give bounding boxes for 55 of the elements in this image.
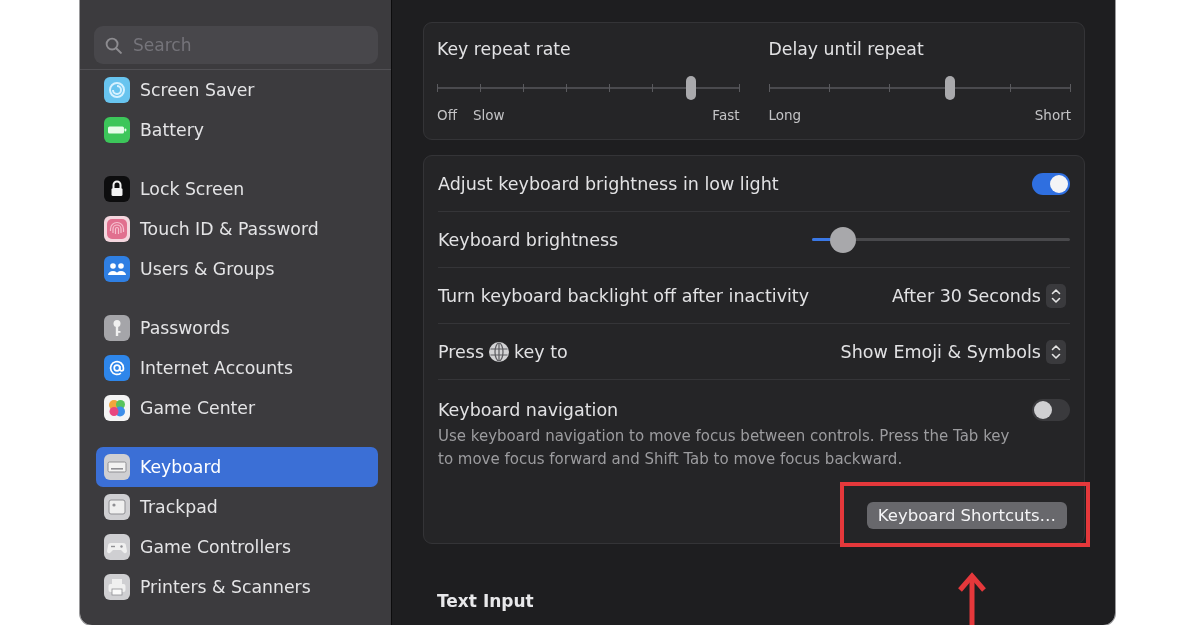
touchpad-icon — [104, 494, 130, 520]
slider-mark-label: Off — [437, 107, 457, 123]
globe-icon — [489, 341, 510, 362]
sidebar-item[interactable]: Touch ID & Password — [96, 209, 378, 249]
at-sign-icon — [104, 355, 130, 381]
key-icon — [104, 315, 130, 341]
sidebar-item[interactable]: Printers & Scanners — [96, 567, 378, 607]
section-heading: Text Input — [437, 590, 535, 612]
slider-thumb[interactable] — [686, 76, 697, 100]
sidebar-item[interactable]: Passwords — [96, 308, 378, 348]
slider-track[interactable] — [437, 76, 740, 100]
slider-mark-label: Short — [1034, 107, 1071, 123]
slider-label: Delay until repeat — [768, 39, 924, 59]
slider-label: Key repeat rate — [437, 39, 571, 59]
slider-track[interactable] — [812, 226, 1070, 253]
popup-button[interactable]: Show Emoji & Symbols — [840, 339, 1070, 364]
slider-track[interactable] — [768, 76, 1071, 100]
sidebar-item[interactable]: Lock Screen — [96, 169, 378, 209]
row-label: Press — [438, 341, 485, 362]
slider-mark-label: Long — [768, 107, 802, 123]
up-down-chevron-icon — [1046, 283, 1066, 308]
sidebar-item[interactable]: Game Controllers — [96, 527, 378, 567]
slider-mark-label: Slow — [472, 107, 505, 123]
sidebar-item[interactable]: Internet Accounts — [96, 348, 378, 388]
popup-button[interactable]: After 30 Seconds — [892, 283, 1070, 308]
sidebar-item[interactable]: Keyboard — [96, 447, 378, 487]
slider-thumb[interactable] — [829, 226, 856, 253]
slider-mark-label: Fast — [712, 107, 740, 123]
padlock-icon — [104, 176, 130, 202]
battery-icon — [104, 117, 130, 143]
sidebar-item[interactable]: Trackpad — [96, 487, 378, 527]
fingerprint-icon — [104, 216, 130, 242]
keyboard-icon — [104, 454, 130, 480]
sidebar-item[interactable]: Screen Saver — [96, 70, 378, 110]
people-icon — [104, 256, 130, 282]
row-label: key to — [514, 341, 568, 362]
sidebar-item[interactable]: Users & Groups — [96, 249, 378, 289]
row-label: Adjust keyboard brightness in low light — [438, 173, 779, 194]
printer-icon — [104, 574, 130, 600]
sidebar-item[interactable]: Battery — [96, 110, 378, 150]
row-description: Use keyboard navigation to move focus between controls. Press the Tab key to move focus forward and Shift Tab to move focus backward. — [438, 426, 1011, 470]
slider-thumb[interactable] — [945, 76, 955, 100]
swirl-icon — [104, 77, 130, 103]
search-icon — [105, 36, 122, 54]
row-label: Keyboard brightness — [438, 229, 619, 250]
toggle-switch[interactable] — [1032, 399, 1070, 421]
row-label: Keyboard navigation — [438, 400, 619, 420]
gamepad-icon — [104, 534, 130, 560]
up-down-chevron-icon — [1046, 339, 1066, 364]
row-label: Turn keyboard backlight off after inactivity — [438, 285, 810, 306]
toggle-switch[interactable] — [1032, 172, 1070, 195]
sidebar-item[interactable]: Game Center — [96, 388, 378, 428]
shortcuts-button[interactable]: Keyboard Shortcuts… — [866, 502, 1067, 529]
up-arrow — [956, 572, 988, 625]
bubbles-icon — [104, 395, 130, 421]
